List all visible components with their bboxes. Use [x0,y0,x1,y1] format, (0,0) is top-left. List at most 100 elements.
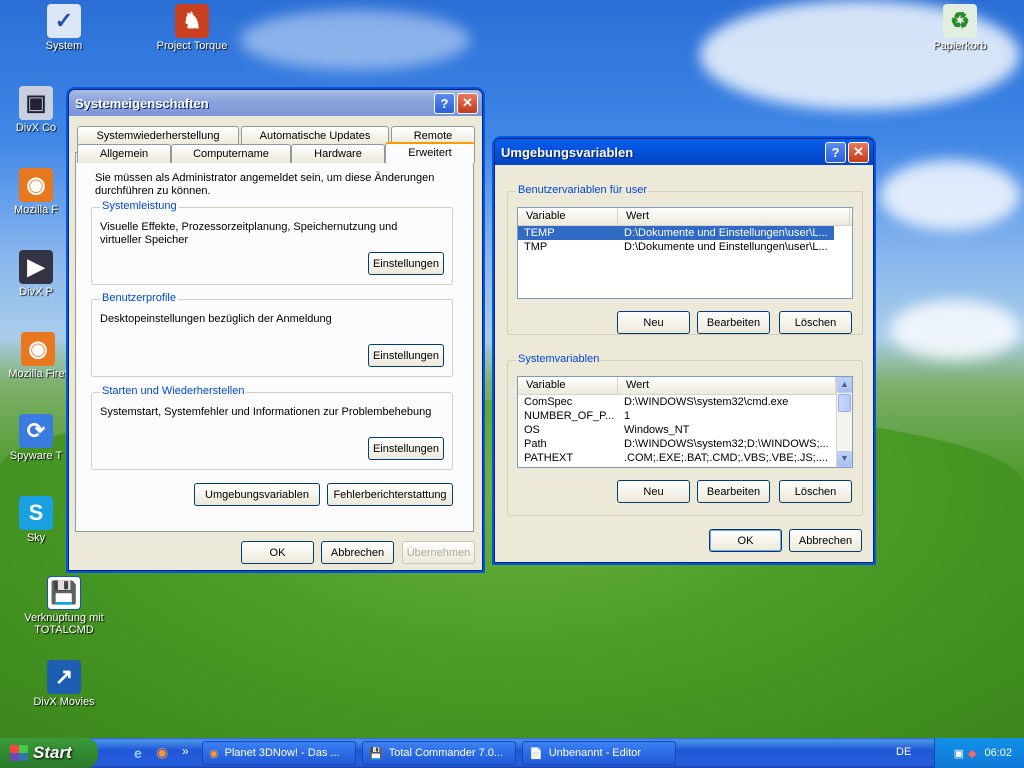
network-icon[interactable]: ▣ [954,747,964,760]
firefox-icon: ◉ [19,168,53,202]
start-button[interactable]: Start [0,738,98,768]
group-description: Desktopeinstellungen bezüglich der Anmel… [100,313,332,325]
environment-variables-button[interactable]: Umgebungsvariablen [194,483,320,506]
profile-settings-button[interactable]: Einstellungen [368,344,444,367]
column-header-variable[interactable]: Variable [518,208,618,225]
system-delete-button[interactable]: Löschen [779,480,852,503]
firefox-icon: ◉ [209,747,219,760]
group-description: Visuelle Effekte, Prozessorzeitplanung, … [100,221,398,246]
tab-allgemein[interactable]: Allgemein [77,144,171,163]
system-edit-button[interactable]: Bearbeiten [697,480,770,503]
recycle-bin-icon: ♻ [943,4,977,38]
desktop-icon-spyware[interactable]: ⟳ Spyware T [6,414,66,462]
performance-settings-button[interactable]: Einstellungen [368,252,444,275]
list-item[interactable]: PATHEXT .COM;.EXE;.BAT;.CMD;.VBS;.VBE;.J… [518,451,852,465]
desktop-icon-divx-movies[interactable]: ↗ DivX Movies [18,660,110,708]
group-legend: Benutzerprofile [100,292,178,304]
scroll-down-icon[interactable]: ▼ [837,451,852,467]
skype-icon: S [19,496,53,530]
title-bar[interactable]: Systemeigenschaften ? ✕ [69,90,482,116]
window-title: Systemeigenschaften [75,95,209,111]
taskbar-item-editor[interactable]: 📄 Unbenannt - Editor [522,741,676,765]
list-item[interactable]: ComSpec D:\WINDOWS\system32\cmd.exe [518,395,852,409]
group-description: Systemstart, Systemfehler und Informatio… [100,406,432,418]
totalcmd-icon: 💾 [47,576,81,610]
group-legend: Benutzervariablen für user [516,184,650,196]
cloud [880,160,1020,230]
desktop-icon-mozilla-firef[interactable]: ◉ Mozilla Firef [6,332,70,380]
firefox-icon: ◉ [21,332,55,366]
clock[interactable]: 06:02 [984,747,1012,759]
vertical-scrollbar[interactable]: ▲ ▼ [836,377,852,467]
close-icon[interactable]: ✕ [457,92,478,114]
ok-button[interactable]: OK [709,529,782,552]
tab-erweitert[interactable]: Erweitert [385,142,475,163]
totalcmd-icon: 💾 [369,747,383,760]
environment-variables-window[interactable]: Umgebungsvariablen ? ✕ Benutzervariablen… [494,138,874,563]
admin-note: Sie müssen als Administrator angemeldet … [95,172,435,197]
help-icon[interactable]: ? [434,92,455,114]
spyware-icon: ⟳ [19,414,53,448]
close-icon[interactable]: ✕ [848,141,869,163]
cancel-button[interactable]: Abbrechen [789,529,862,552]
cancel-button[interactable]: Abbrechen [321,541,394,564]
tab-automatische-updates[interactable]: Automatische Updates [241,126,389,145]
list-item[interactable]: NUMBER_OF_P... 1 [518,409,852,423]
title-bar[interactable]: Umgebungsvariablen ? ✕ [495,139,873,165]
desktop-icon-skype[interactable]: S Sky [6,496,66,544]
scroll-up-icon[interactable]: ▲ [837,377,852,393]
cloud [890,300,1020,360]
system-icon: ✓ [47,4,81,38]
divx-icon: ▣ [19,86,53,120]
quicklaunch-firefox-icon[interactable]: ◉ [156,744,168,761]
user-new-button[interactable]: Neu [617,311,690,334]
security-icon[interactable]: ◆ [968,747,976,760]
group-legend: Starten und Wiederherstellen [100,385,247,397]
startup-settings-button[interactable]: Einstellungen [368,437,444,460]
divx-movies-icon: ↗ [47,660,81,694]
error-reporting-button[interactable]: Fehlerberichterstattung [327,483,453,506]
group-legend: Systemvariablen [516,353,602,365]
desktop-icon-papierkorb[interactable]: ♻ Papierkorb [914,4,1006,52]
desktop-icon-divx-p[interactable]: ▶ DivX P [6,250,66,298]
system-tray: ▣ ◆ 06:02 [934,738,1024,768]
user-variables-list[interactable]: Variable Wert TEMP D:\Dokumente und Eins… [517,207,853,299]
system-variables-list[interactable]: Variable Wert ComSpec D:\WINDOWS\system3… [517,376,853,468]
desktop-icon-totalcmd[interactable]: 💾 Verknüpfung mit TOTALCMD [18,576,110,636]
list-item[interactable]: TEMP D:\Dokumente und Einstellungen\user… [518,226,834,240]
taskbar-item-total-commander[interactable]: 💾 Total Commander 7.0... [362,741,516,765]
list-item[interactable]: Path D:\WINDOWS\system32;D:\WINDOWS;... [518,437,852,451]
notepad-icon: 📄 [529,747,543,760]
taskbar-item-planet3dnow[interactable]: ◉ Planet 3DNow! - Das ... [202,741,356,765]
list-item[interactable]: OS Windows_NT [518,423,852,437]
desktop-icon-project-torque[interactable]: ♞ Project Torque [146,4,238,52]
tab-systemwiederherstellung[interactable]: Systemwiederherstellung [77,126,239,145]
list-item[interactable]: TMP D:\Dokumente und Einstellungen\user\… [518,240,852,254]
cloud [240,10,470,70]
list-header: Variable Wert [518,377,852,395]
desktop-icon-mozilla-f[interactable]: ◉ Mozilla F [6,168,66,216]
desktop-icon-system[interactable]: ✓ System [18,4,110,52]
ok-button[interactable]: OK [241,541,314,564]
column-header-wert[interactable]: Wert [618,377,836,394]
tab-computername[interactable]: Computername [171,144,291,163]
tab-hardware[interactable]: Hardware [291,144,385,163]
system-new-button[interactable]: Neu [617,480,690,503]
game-icon: ♞ [175,4,209,38]
user-edit-button[interactable]: Bearbeiten [697,311,770,334]
quicklaunch-ie-icon[interactable]: e [134,745,142,761]
quicklaunch-more-icon[interactable]: » [182,744,189,758]
desktop-icon-divx-co[interactable]: ▣ DivX Co [6,86,66,134]
system-properties-window[interactable]: Systemeigenschaften ? ✕ Systemwiederhers… [68,89,483,571]
windows-logo-icon [10,745,28,761]
taskbar: Start e ◉ » ◉ Planet 3DNow! - Das ... 💾 … [0,738,1024,768]
language-indicator[interactable]: DE [896,746,911,758]
help-icon[interactable]: ? [825,141,846,163]
scroll-thumb[interactable] [838,394,851,412]
divx-player-icon: ▶ [19,250,53,284]
list-header: Variable Wert [518,208,852,226]
column-header-variable[interactable]: Variable [518,377,618,394]
column-header-wert[interactable]: Wert [618,208,850,225]
apply-button[interactable]: Übernehmen [402,541,475,564]
user-delete-button[interactable]: Löschen [779,311,852,334]
